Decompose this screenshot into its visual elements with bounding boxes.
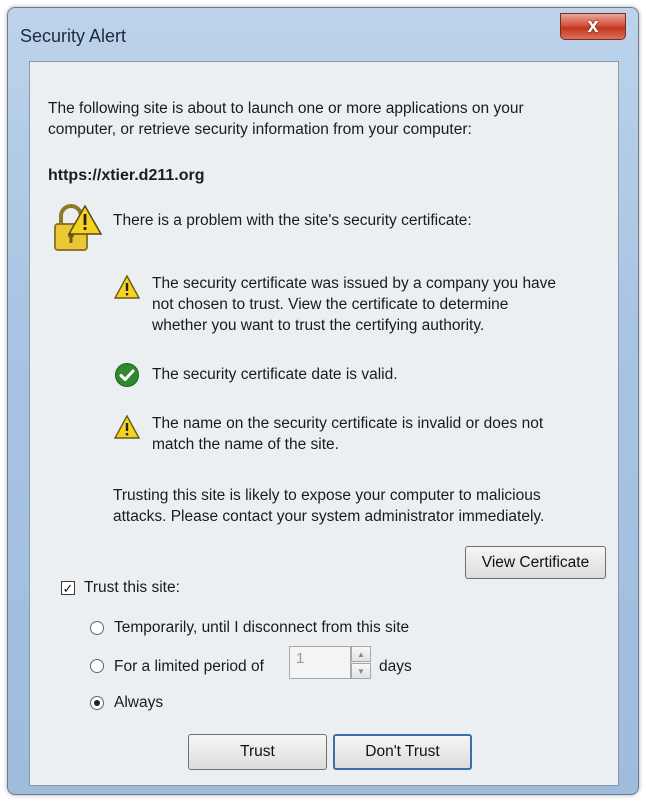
- days-label: days: [379, 658, 412, 675]
- issue-name-invalid-line-1: The name on the security certificate is …: [152, 415, 544, 432]
- days-input[interactable]: 1: [289, 646, 351, 679]
- issue-untrusted-line-3: whether you want to trust the certifying…: [152, 317, 485, 334]
- trust-button[interactable]: Trust: [188, 734, 327, 770]
- intro-text-line-1: The following site is about to launch on…: [48, 100, 524, 117]
- close-button[interactable]: x: [560, 13, 626, 40]
- dont-trust-button[interactable]: Don't Trust: [333, 734, 472, 770]
- window-title: Security Alert: [20, 26, 127, 46]
- advice-line-2: attacks. Please contact your system admi…: [113, 508, 545, 525]
- spin-up-button[interactable]: ▲: [351, 646, 371, 662]
- title-bar[interactable]: Security Alert x: [8, 8, 638, 60]
- chevron-up-icon: ▲: [357, 649, 365, 659]
- view-certificate-button[interactable]: View Certificate: [465, 546, 606, 579]
- problem-heading: There is a problem with the site's secur…: [113, 212, 472, 229]
- option-limited-label: For a limited period of: [114, 658, 264, 675]
- chevron-down-icon: ▼: [357, 666, 365, 676]
- dialog-content: The following site is about to launch on…: [29, 61, 619, 786]
- intro-text-line-2: computer, or retrieve security informati…: [48, 121, 472, 138]
- issue-name-invalid-line-2: match the name of the site.: [152, 436, 339, 453]
- warning-icon: [114, 274, 140, 299]
- issue-untrusted-line-2: not chosen to trust. View the certificat…: [152, 296, 509, 313]
- site-url: https://xtier.d211.org: [48, 167, 205, 184]
- option-temporarily-label: Temporarily, until I disconnect from thi…: [114, 619, 410, 636]
- trust-site-checkbox[interactable]: ✓: [61, 581, 75, 595]
- checkmark-icon: ✓: [62, 580, 74, 596]
- lock-warning-icon: [54, 204, 103, 251]
- spin-down-button[interactable]: ▼: [351, 663, 371, 679]
- issue-untrusted-line-1: The security certificate was issued by a…: [152, 275, 557, 292]
- radio-temporarily[interactable]: [90, 621, 104, 635]
- warning-icon: [114, 414, 140, 439]
- option-always-label: Always: [114, 694, 164, 711]
- trust-site-label: Trust this site:: [84, 579, 180, 596]
- radio-limited-period[interactable]: [90, 659, 104, 673]
- radio-selected-dot: [94, 700, 100, 706]
- advice-line-1: Trusting this site is likely to expose y…: [113, 487, 541, 504]
- security-alert-dialog: Security Alert x The following site is a…: [7, 7, 639, 795]
- close-icon: x: [587, 15, 599, 37]
- issue-date-valid: The security certificate date is valid.: [152, 366, 398, 383]
- check-icon: [115, 363, 139, 387]
- radio-always[interactable]: [90, 696, 104, 710]
